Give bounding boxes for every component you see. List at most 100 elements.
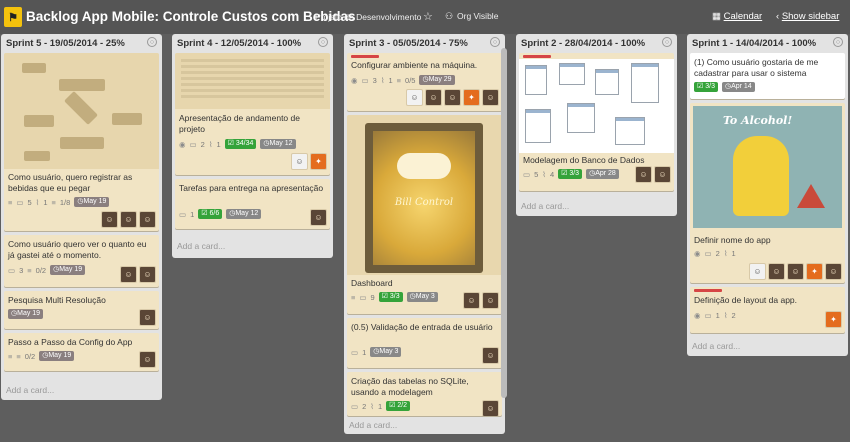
card[interactable]: Como usuário, quero registrar as bebidas…: [4, 53, 159, 231]
comment-icon: ▭: [8, 265, 16, 275]
comment-count: 2: [200, 139, 205, 149]
avatar[interactable]: ☺: [139, 266, 156, 283]
eye-icon: ◉: [694, 311, 701, 320]
card[interactable]: Modelagem do Banco de Dados ▭ 5 ⌇ 4 ☑ 3/3 …: [519, 53, 674, 191]
card-cover-poster: To Alcohol!: [693, 106, 842, 228]
card[interactable]: Bill Control Dashboard ≡ ▭ 9 ☑ 3/3 ◷ May …: [347, 115, 502, 314]
card-title: Dashboard: [351, 278, 393, 288]
cover-text: Bill Control: [394, 197, 454, 208]
card-members: ☺: [482, 347, 499, 364]
avatar[interactable]: ☺: [482, 292, 499, 309]
card[interactable]: (1) Como usuário gostaria de me cadastra…: [690, 53, 845, 99]
card-members: ☺ ✦: [291, 153, 327, 170]
list-scrollbar[interactable]: [501, 48, 507, 398]
attachment-icon: ⌇: [380, 75, 385, 85]
card[interactable]: Definição de layout da app. ◉ ▭ 1 ⌇ 2 ✦: [690, 287, 845, 333]
card[interactable]: Passo a Passo da Config do App ≡ ≡ 0/2 ◷ …: [4, 333, 159, 371]
card-members: ☺: [139, 309, 156, 326]
list-title[interactable]: Sprint 1 - 14/04/2014 - 100%: [692, 38, 843, 49]
list-menu-icon[interactable]: ○: [318, 37, 328, 47]
avatar[interactable]: ☺: [482, 89, 499, 106]
card[interactable]: To Alcohol! Definir nome do app ◉ ▭ 2 ⌇ 1 …: [690, 103, 845, 283]
avatar[interactable]: ☺: [139, 351, 156, 368]
org-name[interactable]: Projeto de Desenvolvimento: [315, 12, 421, 22]
comment-count: 2: [362, 401, 367, 411]
checklist-badge: ☑ 34/34: [224, 139, 257, 149]
card[interactable]: Apresentação de andamento de projeto ◉ ▭…: [175, 53, 330, 175]
avatar[interactable]: ☺: [139, 211, 156, 228]
list-menu-icon[interactable]: ○: [490, 37, 500, 47]
list-sprint-5: Sprint 5 - 19/05/2014 - 25% ○ Como usuár…: [1, 34, 162, 400]
card-members: ☺: [310, 209, 327, 226]
avatar[interactable]: ✦: [825, 311, 842, 328]
list-menu-icon[interactable]: ○: [833, 37, 843, 47]
add-card-link[interactable]: Add a card...: [692, 341, 740, 351]
card-title: (0.5) Validação de entrada de usuário: [351, 322, 493, 332]
add-card-link[interactable]: Add a card...: [349, 420, 397, 430]
checklist-badge: ☑ 3/3: [558, 169, 583, 179]
comment-count: 5: [534, 169, 539, 179]
avatar[interactable]: ☺: [787, 263, 804, 280]
avatar[interactable]: ✦: [463, 89, 480, 106]
avatar[interactable]: ☺: [139, 309, 156, 326]
checklist-icon: ☑: [697, 83, 706, 90]
avatar[interactable]: ☺: [482, 400, 499, 416]
list-title[interactable]: Sprint 2 - 28/04/2014 - 100%: [521, 38, 672, 49]
avatar[interactable]: ☺: [654, 166, 671, 183]
avatar[interactable]: ☺: [825, 263, 842, 280]
visibility-toggle[interactable]: ⚇ Org Visible: [445, 11, 498, 22]
list-menu-icon[interactable]: ○: [662, 37, 672, 47]
card[interactable]: Criação das tabelas no SQLite, usando a …: [347, 372, 502, 416]
card[interactable]: Pesquisa Multi Resolução ◷ May 19 ☺: [4, 291, 159, 329]
card-title: Tarefas para entrega na apresentação: [179, 183, 324, 193]
card-cover-app-screen: Bill Control: [347, 115, 502, 275]
app-logo[interactable]: ⚑: [4, 7, 22, 27]
avatar[interactable]: ☺: [310, 209, 327, 226]
due-badge: ◷ May 3: [406, 292, 438, 302]
card[interactable]: Tarefas para entrega na apresentação ▭ 1 …: [175, 179, 330, 229]
card-badges: ▭ 5 ⌇ 4 ☑ 3/3 ◷ Apr 28: [523, 169, 619, 179]
add-card-link[interactable]: Add a card...: [177, 241, 225, 251]
avatar[interactable]: ☺: [463, 292, 480, 309]
avatar[interactable]: ☺: [482, 347, 499, 364]
add-card-link[interactable]: Add a card...: [6, 385, 54, 395]
avatar[interactable]: ☺: [406, 89, 423, 106]
card[interactable]: Configurar ambiente na máquina. ◉ ▭ 3 ⌇ 1 …: [347, 53, 502, 111]
board-title[interactable]: Backlog App Mobile: Controle Custos com …: [26, 9, 356, 24]
list-menu-icon[interactable]: ○: [147, 37, 157, 47]
list-title[interactable]: Sprint 4 - 12/05/2014 - 100%: [177, 38, 328, 49]
avatar[interactable]: ☺: [120, 211, 137, 228]
card-title: Pesquisa Multi Resolução: [8, 295, 106, 305]
list-header: Sprint 5 - 19/05/2014 - 25% ○: [1, 34, 162, 53]
avatar[interactable]: ☺: [291, 153, 308, 170]
due-badge: ◷ May 19: [50, 265, 86, 275]
card-title: Passo a Passo da Config do App: [8, 337, 133, 347]
avatar[interactable]: ☺: [101, 211, 118, 228]
card-badges: ≡ ≡ 0/2 ◷ May 19: [8, 351, 75, 361]
card[interactable]: Como usuário quero ver o quanto eu já ga…: [4, 235, 159, 287]
avatar[interactable]: ☺: [120, 266, 137, 283]
list-title[interactable]: Sprint 5 - 19/05/2014 - 25%: [6, 38, 157, 49]
calendar-button[interactable]: ▦ Calendar: [712, 11, 762, 22]
card[interactable]: (0.5) Validação de entrada de usuário ▭ 1…: [347, 318, 502, 368]
description-icon: ≡: [8, 197, 13, 207]
avatar[interactable]: ☺: [635, 166, 652, 183]
avatar[interactable]: ☺: [425, 89, 442, 106]
avatar[interactable]: ✦: [310, 153, 327, 170]
star-icon[interactable]: ☆: [423, 10, 433, 23]
avatar[interactable]: ✦: [806, 263, 823, 280]
due-badge: ◷ May 19: [74, 197, 110, 207]
list-title[interactable]: Sprint 3 - 05/05/2014 - 75%: [349, 38, 500, 49]
comment-icon: ▭: [189, 139, 197, 149]
comment-count: 1: [715, 311, 720, 320]
avatar[interactable]: ☺: [444, 89, 461, 106]
card-badges: ◉ ▭ 1 ⌇ 2: [694, 311, 736, 320]
comment-icon: ▭: [704, 311, 712, 320]
card-members: ☺ ☺: [635, 166, 671, 183]
avatar[interactable]: ☺: [749, 263, 766, 280]
show-sidebar-button[interactable]: ‹ Show sidebar: [776, 11, 839, 22]
card-members: ☺ ☺: [463, 292, 499, 309]
avatar[interactable]: ☺: [768, 263, 785, 280]
add-card-link[interactable]: Add a card...: [521, 201, 569, 211]
checklist-icon: ☑: [201, 210, 210, 217]
